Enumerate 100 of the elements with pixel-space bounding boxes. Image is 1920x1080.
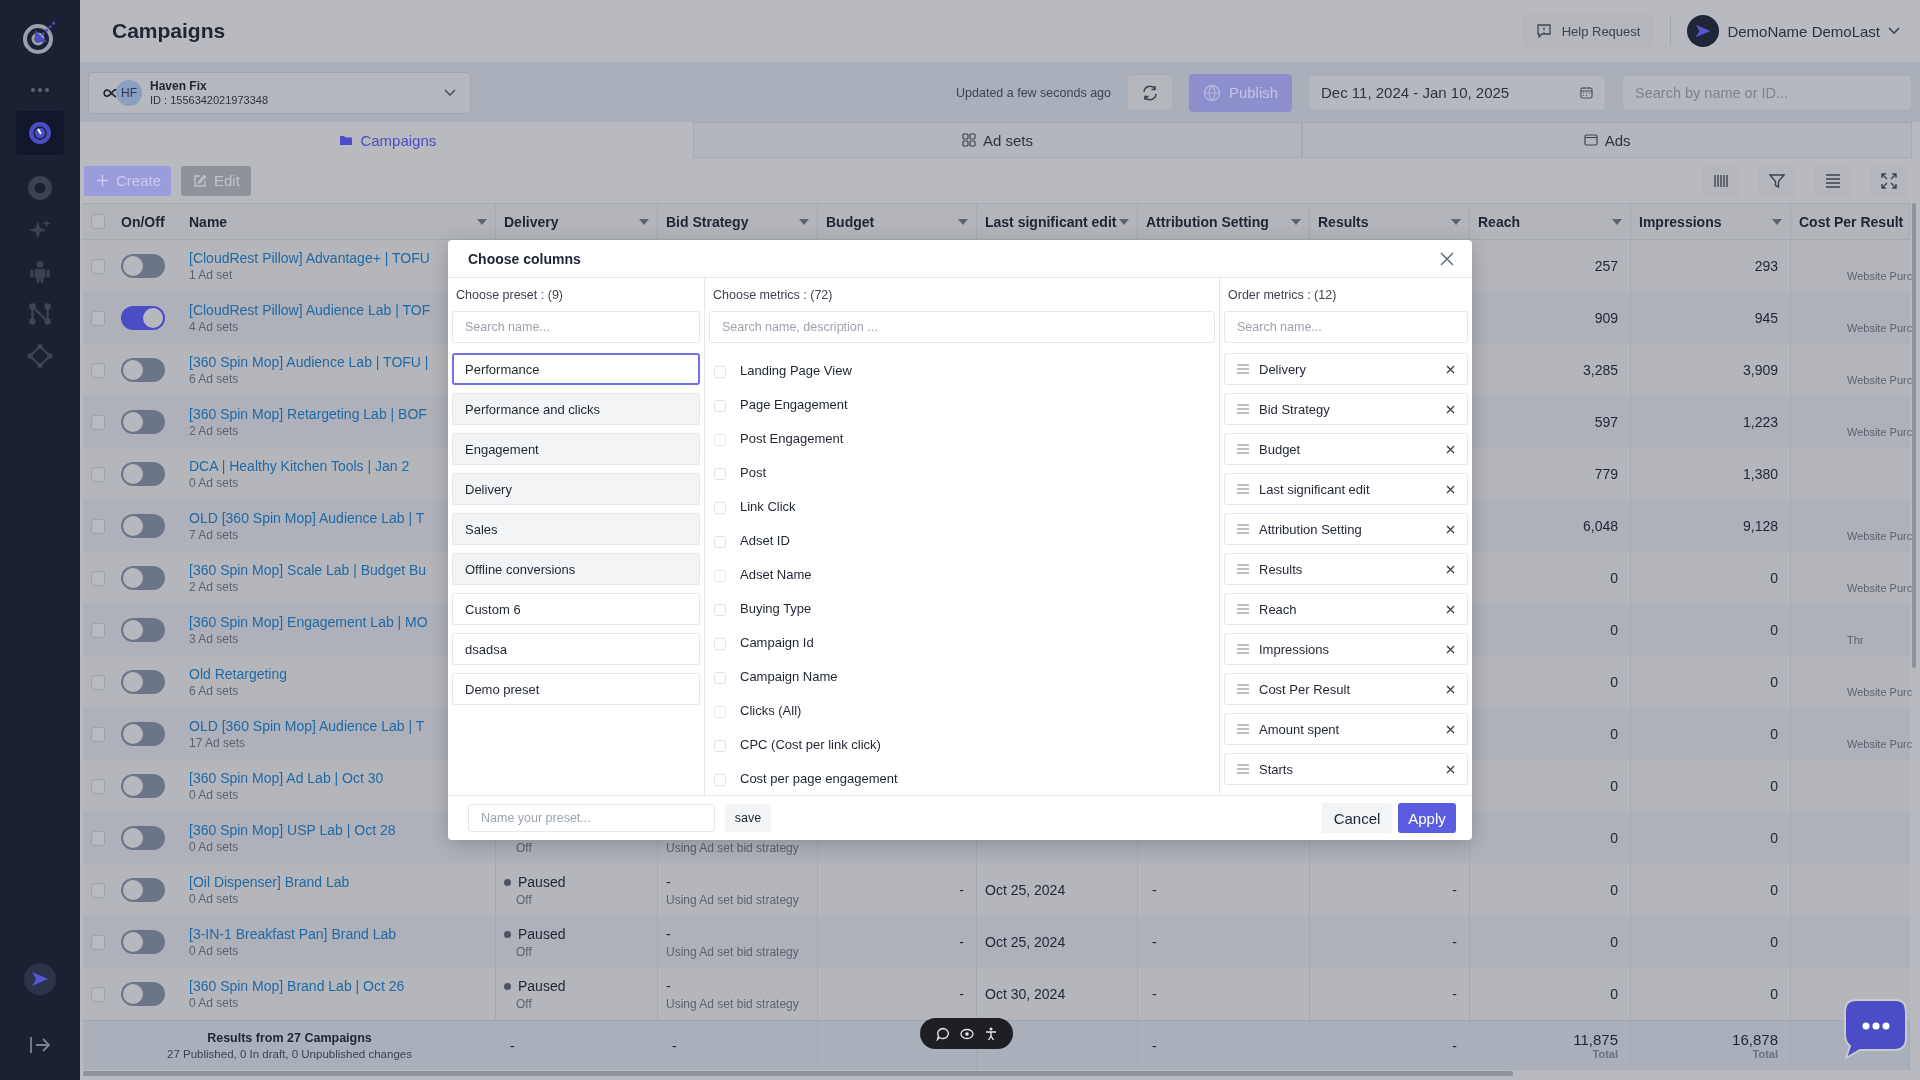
remove-icon[interactable] bbox=[1446, 564, 1455, 574]
tab[interactable]: Ad sets bbox=[692, 122, 1303, 158]
checkbox[interactable] bbox=[91, 674, 105, 690]
toggle-switch[interactable] bbox=[121, 982, 165, 1006]
toggle-switch[interactable] bbox=[121, 566, 165, 590]
toggle-switch[interactable] bbox=[121, 670, 165, 694]
checkbox[interactable] bbox=[91, 466, 105, 482]
remove-icon[interactable] bbox=[1446, 364, 1455, 374]
refresh-button[interactable] bbox=[1127, 74, 1173, 111]
order-item[interactable]: Reach bbox=[1224, 593, 1468, 625]
send-button[interactable] bbox=[24, 963, 56, 995]
toggle-switch[interactable] bbox=[121, 930, 165, 954]
toggle-switch[interactable] bbox=[121, 878, 165, 902]
nodes-icon[interactable] bbox=[27, 301, 53, 327]
search-field[interactable]: Search by name or ID... bbox=[1622, 74, 1912, 111]
remove-icon[interactable] bbox=[1446, 724, 1455, 734]
cancel-button[interactable]: Cancel bbox=[1322, 803, 1392, 833]
order-item[interactable]: Results bbox=[1224, 553, 1468, 585]
toggle-switch[interactable] bbox=[121, 358, 165, 382]
preset-item[interactable]: Sales bbox=[452, 513, 700, 545]
preset-name-field[interactable]: Name your preset... bbox=[468, 804, 715, 832]
order-item[interactable]: Bid Strategy bbox=[1224, 393, 1468, 425]
column-header[interactable]: Bid Strategy bbox=[658, 204, 818, 239]
remove-icon[interactable] bbox=[1446, 604, 1455, 614]
order-item[interactable]: Budget bbox=[1224, 433, 1468, 465]
toolbar-button[interactable] bbox=[1758, 163, 1796, 198]
scrollbar[interactable] bbox=[83, 1071, 1513, 1076]
accessibility-icon[interactable] bbox=[983, 1026, 998, 1041]
column-header[interactable]: Impressions bbox=[1631, 204, 1791, 239]
toggle-switch[interactable] bbox=[121, 618, 165, 642]
remove-icon[interactable] bbox=[1446, 524, 1455, 534]
apply-button[interactable]: Apply bbox=[1398, 803, 1456, 833]
remove-icon[interactable] bbox=[1446, 404, 1455, 414]
checkbox[interactable] bbox=[91, 518, 105, 534]
preset-item[interactable]: Performance bbox=[452, 353, 700, 385]
more-icon[interactable] bbox=[30, 87, 50, 93]
order-item[interactable]: Attribution Setting bbox=[1224, 513, 1468, 545]
toggle-switch[interactable] bbox=[121, 826, 165, 850]
column-header[interactable]: Budget bbox=[818, 204, 977, 239]
toggle-switch[interactable] bbox=[121, 514, 165, 538]
checkbox[interactable] bbox=[91, 214, 105, 229]
remove-icon[interactable] bbox=[1446, 644, 1455, 654]
account-selector[interactable]: HF Haven Fix ID : 1556342021973348 bbox=[88, 71, 471, 114]
toggle-switch[interactable] bbox=[121, 306, 165, 330]
checkbox[interactable] bbox=[91, 310, 105, 326]
help-request-button[interactable]: Help Request bbox=[1521, 14, 1655, 48]
donut-icon[interactable] bbox=[27, 175, 53, 201]
remove-icon[interactable] bbox=[1446, 444, 1455, 454]
scrollbar[interactable] bbox=[1912, 203, 1916, 668]
preset-item[interactable]: Delivery bbox=[452, 473, 700, 505]
date-range-field[interactable]: Dec 11, 2024 - Jan 10, 2025 bbox=[1308, 74, 1606, 111]
order-item[interactable]: Delivery bbox=[1224, 353, 1468, 385]
preset-item[interactable]: Demo preset bbox=[452, 673, 700, 705]
order-item[interactable]: Cost Per Result bbox=[1224, 673, 1468, 705]
checkbox[interactable] bbox=[91, 726, 105, 742]
checkbox[interactable] bbox=[91, 414, 105, 430]
toggle-switch[interactable] bbox=[121, 774, 165, 798]
preset-item[interactable]: Offline conversions bbox=[452, 553, 700, 585]
column-header[interactable]: Reach bbox=[1470, 204, 1631, 239]
close-button[interactable] bbox=[1440, 251, 1454, 266]
preset-item[interactable]: Custom 6 bbox=[452, 593, 700, 625]
remove-icon[interactable] bbox=[1446, 684, 1455, 694]
checkbox[interactable] bbox=[91, 258, 105, 274]
toolbar-button[interactable] bbox=[1814, 163, 1852, 198]
column-header[interactable]: Last significant edit bbox=[977, 204, 1138, 239]
checkbox[interactable] bbox=[91, 934, 105, 950]
eye-icon[interactable] bbox=[959, 1026, 974, 1041]
toolbar-button[interactable] bbox=[1702, 163, 1740, 198]
toggle-switch[interactable] bbox=[121, 410, 165, 434]
column-header[interactable]: Attribution Setting bbox=[1138, 204, 1310, 239]
tab[interactable]: Ads bbox=[1302, 122, 1912, 158]
order-item[interactable]: Amount spent bbox=[1224, 713, 1468, 745]
order-item[interactable]: Impressions bbox=[1224, 633, 1468, 665]
column-header[interactable]: Name bbox=[181, 204, 496, 239]
user-menu[interactable]: DemoName DemoLast bbox=[1687, 15, 1900, 47]
checkbox[interactable] bbox=[91, 882, 105, 898]
toggle-switch[interactable] bbox=[121, 254, 165, 278]
preset-item[interactable]: Engagement bbox=[452, 433, 700, 465]
toggle-switch[interactable] bbox=[121, 722, 165, 746]
remove-icon[interactable] bbox=[1446, 764, 1455, 774]
toolbar-button[interactable] bbox=[1870, 163, 1908, 198]
save-button[interactable]: save bbox=[725, 804, 771, 832]
checkbox[interactable] bbox=[91, 622, 105, 638]
checkbox[interactable] bbox=[91, 778, 105, 794]
preset-item[interactable]: dsadsa bbox=[452, 633, 700, 665]
remove-icon[interactable] bbox=[1446, 484, 1455, 494]
order-item[interactable]: Starts bbox=[1224, 753, 1468, 785]
column-header[interactable]: Cost Per Result bbox=[1791, 204, 1910, 239]
checkbox[interactable] bbox=[91, 570, 105, 586]
comment-icon[interactable] bbox=[935, 1026, 950, 1041]
column-header[interactable]: Results bbox=[1310, 204, 1470, 239]
checkbox[interactable] bbox=[91, 362, 105, 378]
people-icon[interactable] bbox=[27, 259, 53, 285]
column-header[interactable]: On/Off bbox=[113, 204, 181, 239]
column-header[interactable]: Delivery bbox=[496, 204, 658, 239]
preset-item[interactable]: Performance and clicks bbox=[452, 393, 700, 425]
order-item[interactable]: Last significant edit bbox=[1224, 473, 1468, 505]
nav-item[interactable] bbox=[16, 111, 64, 155]
network-icon[interactable] bbox=[27, 343, 53, 369]
toggle-switch[interactable] bbox=[121, 462, 165, 486]
